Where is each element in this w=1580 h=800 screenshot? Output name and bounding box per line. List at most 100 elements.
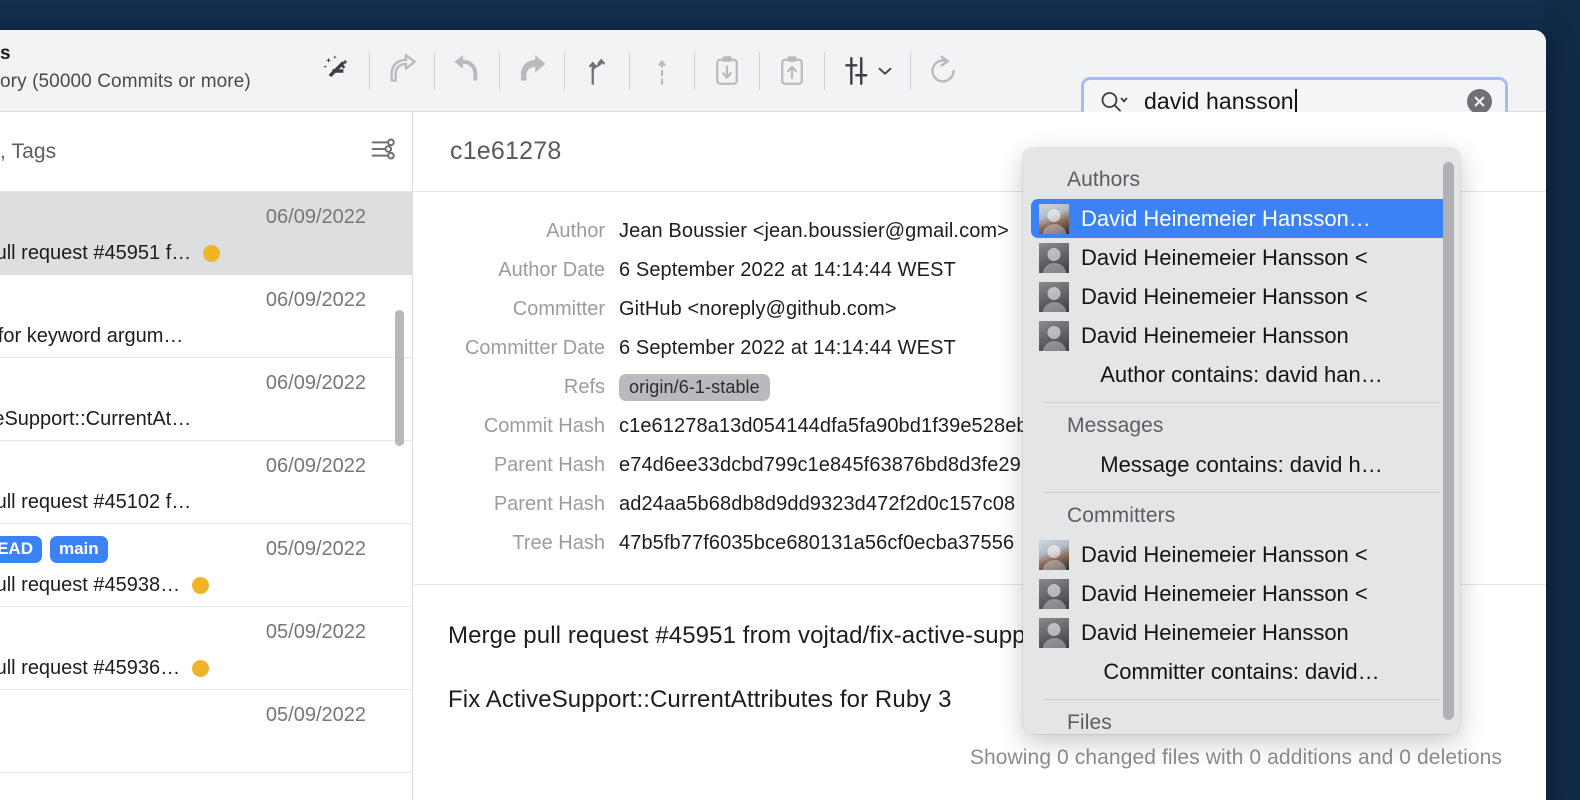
commit-date: 06/09/2022: [265, 454, 366, 477]
search-input[interactable]: david hansson: [1144, 88, 1467, 115]
suggestion-label: David Heinemeier Hansson: [1081, 619, 1349, 645]
commit-row-top: 06/09/2022: [0, 284, 366, 316]
avatar: [1039, 242, 1069, 273]
refresh-button[interactable]: [916, 44, 970, 98]
stash-pop-button[interactable]: [700, 44, 754, 98]
filter-sliders-icon: [371, 138, 395, 160]
sidebar-scrollbar[interactable]: [393, 200, 406, 800]
commit-list[interactable]: …06/09/2022 rge pull request #45951 f… 06/…: [0, 192, 412, 800]
commit-row[interactable]: 06/09/2022ActiveSupport::CurrentAt…: [0, 358, 412, 441]
merge-button[interactable]: [635, 44, 689, 98]
push-button[interactable]: [505, 44, 559, 98]
ref-tag-badge[interactable]: origin/6-1-stable: [619, 374, 770, 401]
ref-badge[interactable]: HEAD: [0, 535, 42, 563]
stash-push-button[interactable]: [765, 44, 819, 98]
avatar: [1039, 617, 1069, 648]
metadata-label: Parent Hash: [493, 454, 605, 476]
suggestion-item[interactable]: David Heinemeier Hansson <: [1031, 277, 1452, 316]
repository-subtitle: ory (50000 Commits or more): [0, 71, 251, 92]
commit-row[interactable]: …06/09/2022 rge pull request #45102 f…: [0, 441, 412, 524]
commit-row[interactable]: er05/09/2022 rge pull request #45936…: [0, 607, 412, 690]
fetch-button[interactable]: [440, 44, 494, 98]
repository-title-block: s ory (50000 Commits or more): [0, 43, 251, 93]
search-suggestions-dropdown[interactable]: Authors David Heinemeier Hansson… David He…: [1023, 148, 1460, 734]
commit-row-bottom: l test for keyword argum…: [0, 319, 366, 353]
push-icon: [520, 55, 546, 81]
suggestion-item[interactable]: David Heinemeier Hansson <: [1031, 238, 1452, 277]
suggestion-item[interactable]: David Heinemeier Hansson: [1031, 316, 1452, 355]
commit-row-bottom: rge pull request #45938…: [0, 568, 366, 602]
commit-date: 06/09/2022: [265, 371, 366, 394]
sidebar-header-title: , Tags: [0, 139, 57, 163]
commit-row-bottom: rge pull request #45102 f…: [0, 485, 366, 519]
commit-date: 05/09/2022: [265, 703, 366, 726]
commit-message: rge pull request #45102 f…: [0, 490, 192, 513]
ci-status-dot[interactable]: [203, 244, 221, 262]
desktop-background-right: [1545, 0, 1580, 800]
dropdown-scrollbar-thumb[interactable]: [1443, 162, 1454, 720]
toolbar-divider: [759, 52, 760, 90]
metadata-label: Author: [546, 220, 605, 242]
commit-history-sidebar: , Tags …06/09/2022rge pull request #: [0, 112, 413, 800]
metadata-value: GitHub <noreply@github.com>: [619, 298, 897, 320]
suggestion-label: David Heinemeier Hansson <: [1081, 580, 1368, 606]
dropdown-group-label: Committers: [1067, 504, 1176, 527]
commit-row-top: …06/09/2022: [0, 201, 366, 233]
magic-wand-button[interactable]: [310, 44, 364, 98]
suggestion-item[interactable]: David Heinemeier Hansson <: [1031, 574, 1452, 613]
dropdown-divider: [1043, 492, 1440, 493]
commit-date: 06/09/2022: [265, 205, 366, 228]
commit-date: 05/09/2022: [265, 537, 366, 560]
commit-message: rge pull request #45936…: [0, 656, 181, 679]
commit-row[interactable]: …06/09/2022 rge pull request #45951 f…: [0, 192, 412, 275]
commit-message: l test for keyword argum…: [0, 324, 184, 347]
commit-row[interactable]: 06/09/2022 l test for keyword argum…: [0, 275, 412, 358]
toolbar-divider: [434, 52, 435, 90]
branch-button[interactable]: [570, 44, 624, 98]
toolbar-divider: [629, 52, 630, 90]
commit-row-top: 06/09/2022: [0, 367, 366, 399]
commit-message: rge pull request #45938…: [0, 573, 181, 596]
suggestion-action-item[interactable]: Author contains: david han…: [1023, 355, 1460, 394]
metadata-value: 6 September 2022 at 14:14:44 WEST: [619, 259, 956, 281]
dropdown-group-label: Files: [1067, 711, 1112, 734]
sidebar-scrollbar-thumb[interactable]: [395, 310, 404, 446]
clear-search-button[interactable]: [1467, 89, 1492, 114]
sidebar-header: , Tags: [0, 112, 412, 192]
toolbar-divider: [694, 52, 695, 90]
settings-sliders-icon: [845, 57, 868, 85]
settings-dropdown-chevron-button[interactable]: [874, 60, 896, 82]
refresh-icon: [931, 55, 955, 83]
toolbar-divider: [499, 52, 500, 90]
merge-icon: [658, 60, 666, 85]
commit-message: ActiveSupport::CurrentAt…: [0, 407, 192, 430]
ci-status-dot[interactable]: [192, 659, 210, 677]
metadata-value: Jean Boussier <jean.boussier@gmail.com>: [619, 220, 1009, 242]
toolbar-divider: [910, 52, 911, 90]
suggestion-label: David Heinemeier Hansson <: [1081, 283, 1368, 309]
filter-sliders-button[interactable]: [368, 133, 400, 170]
commit-row[interactable]: chi05/09/2022: [0, 690, 412, 773]
suggestion-item[interactable]: David Heinemeier Hansson…: [1031, 199, 1452, 238]
repository-name: s: [0, 43, 11, 64]
text-caret: [1294, 89, 1297, 114]
commit-row[interactable]: erHEADmain05/09/2022rge pull request #45…: [0, 524, 412, 607]
search-value: david hansson: [1144, 88, 1294, 114]
ci-status-dot[interactable]: [192, 576, 210, 594]
metadata-value: origin/6-1-stable: [619, 374, 770, 401]
metadata-label: Tree Hash: [512, 532, 605, 554]
suggestion-label: David Heinemeier Hansson <: [1081, 541, 1368, 567]
metadata-label: Commit Hash: [483, 415, 605, 437]
avatar: [1039, 203, 1069, 234]
stash-pop-icon: [716, 56, 738, 85]
toolbar-divider: [564, 52, 565, 90]
pull-button[interactable]: [375, 44, 429, 98]
suggestion-action-item[interactable]: Committer contains: david…: [1023, 652, 1460, 691]
ref-badge[interactable]: main: [49, 535, 108, 563]
suggestion-item[interactable]: David Heinemeier Hansson <: [1031, 535, 1452, 574]
suggestion-action-item[interactable]: Message contains: david h…: [1023, 445, 1460, 484]
suggestion-item[interactable]: David Heinemeier Hansson: [1031, 613, 1452, 652]
dropdown-divider: [1043, 699, 1440, 700]
commit-row-top: …06/09/2022: [0, 450, 366, 482]
dropdown-divider: [1043, 402, 1440, 403]
